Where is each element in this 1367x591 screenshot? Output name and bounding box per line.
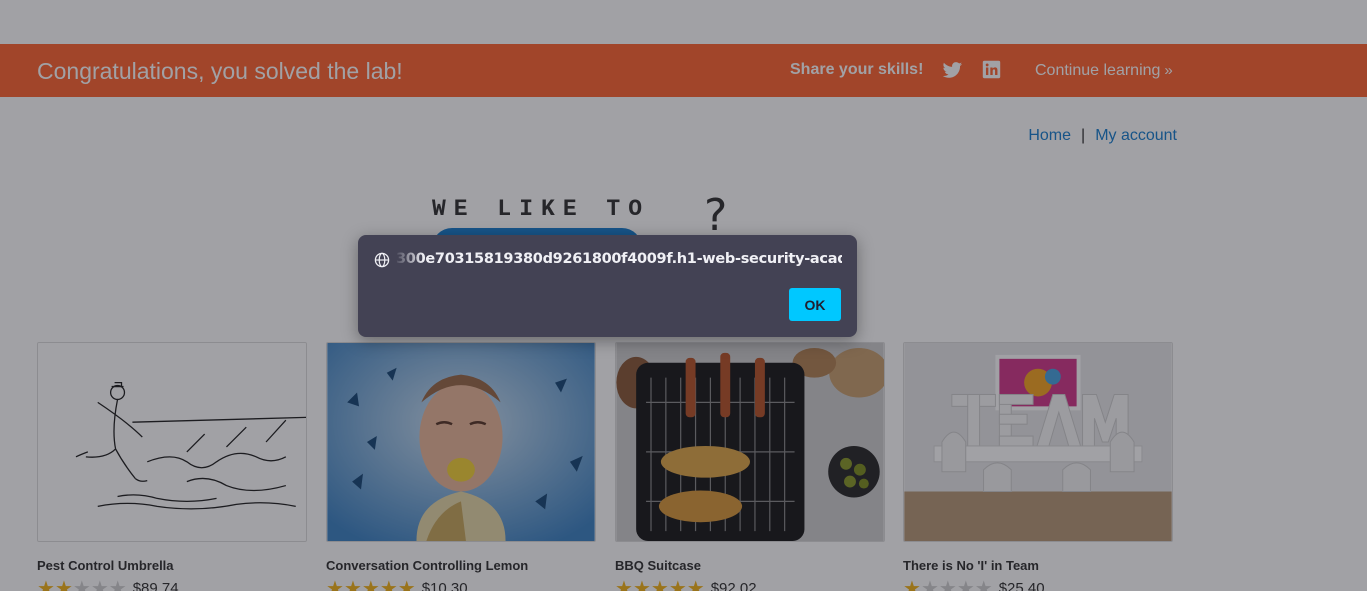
- dialog-origin: 300e70315819380d9261800f4009f.h1-web-sec…: [396, 251, 842, 267]
- globe-icon: [374, 252, 390, 268]
- ok-button[interactable]: OK: [789, 288, 841, 321]
- alert-dialog: 300e70315819380d9261800f4009f.h1-web-sec…: [358, 235, 857, 337]
- origin-fade: [394, 245, 424, 273]
